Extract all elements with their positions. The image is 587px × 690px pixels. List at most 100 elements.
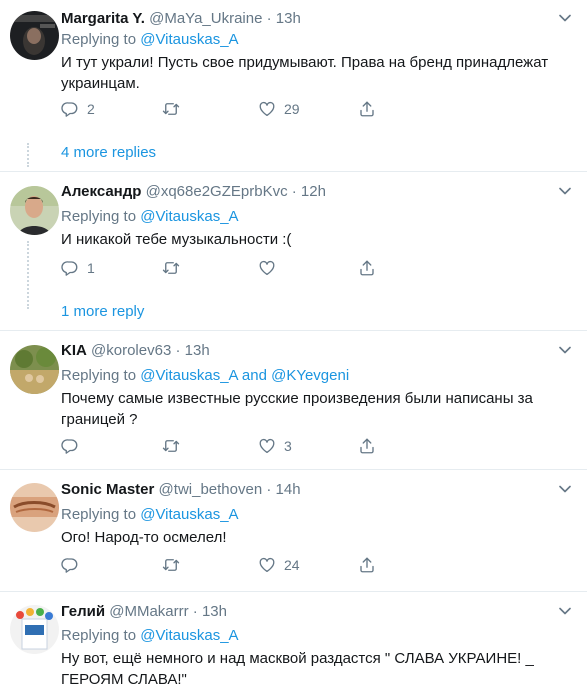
tweet-actions: 24 — [61, 555, 381, 575]
replying-to-label: Replying to — [61, 506, 137, 523]
separator-dot: · — [192, 603, 198, 620]
chevron-down-icon[interactable] — [559, 187, 571, 195]
chevron-down-icon[interactable] — [559, 346, 571, 354]
replying-to-link[interactable]: @Vitauskas_A — [140, 31, 238, 48]
replying-to-label: Replying to — [61, 208, 137, 225]
replying-to-label: Replying to — [61, 367, 137, 384]
tweet-reply[interactable]: Margarita Y. @MaYa_Ukraine · 13h Replyin… — [0, 0, 587, 172]
more-replies-link[interactable]: 4 more replies — [61, 143, 156, 163]
display-name[interactable]: Sonic Master — [61, 481, 154, 498]
retweet-button[interactable] — [162, 99, 180, 119]
tweet-header: KIA @korolev63 · 13h — [61, 342, 547, 360]
tweet-actions: 1 — [61, 258, 381, 278]
tweet-header: Margarita Y. @MaYa_Ukraine · 13h — [61, 10, 547, 28]
reply-button[interactable] — [61, 436, 79, 456]
reply-icon — [61, 556, 79, 574]
retweet-icon — [162, 100, 180, 118]
timestamp[interactable]: 12h — [301, 183, 326, 200]
avatar[interactable] — [10, 605, 59, 654]
replying-to-line: Replying to @Vitauskas_A and @KYevgeni — [61, 366, 349, 386]
user-handle[interactable]: @MaYa_Ukraine — [149, 10, 262, 27]
avatar[interactable] — [10, 11, 59, 60]
tweet-reply[interactable]: KIA @korolev63 · 13h Replying to @Vitaus… — [0, 332, 587, 470]
tweet-actions: 2 29 — [61, 99, 381, 119]
chevron-down-icon[interactable] — [559, 485, 571, 493]
chevron-down-icon[interactable] — [559, 607, 571, 615]
share-button[interactable] — [358, 555, 376, 575]
chevron-down-icon[interactable] — [559, 14, 571, 22]
tweet-text: И никакой тебе музыкальности :( — [61, 231, 292, 248]
replying-to-line: Replying to @Vitauskas_A — [61, 30, 239, 50]
timestamp[interactable]: 13h — [185, 342, 210, 359]
share-icon — [358, 437, 376, 455]
share-icon — [358, 259, 376, 277]
replying-to-link[interactable]: @Vitauskas_A — [140, 506, 238, 523]
more-replies-link[interactable]: 1 more reply — [61, 302, 144, 322]
retweet-button[interactable] — [162, 555, 180, 575]
like-button[interactable]: 3 — [258, 436, 292, 456]
like-icon — [258, 100, 276, 118]
like-button[interactable]: 24 — [258, 555, 300, 575]
separator-dot: · — [291, 183, 297, 200]
like-count: 29 — [284, 101, 300, 117]
replying-to-line: Replying to @Vitauskas_A — [61, 505, 239, 525]
tweet-header: Александр @xq68e2GZEprbKvc · 12h — [61, 183, 547, 201]
reply-icon — [61, 100, 79, 118]
reply-icon — [61, 437, 79, 455]
like-count: 3 — [284, 438, 292, 454]
tweet-text: И тут украли! Пусть свое придумывают. Пр… — [61, 54, 549, 92]
tweet-reply[interactable]: Александр @xq68e2GZEprbKvc · 12h Replyin… — [0, 173, 587, 331]
tweet-header: Гелий @MMakarrr · 13h — [61, 603, 547, 621]
tweet-text: Ого! Народ-то осмелел! — [61, 529, 227, 546]
user-handle[interactable]: @korolev63 — [91, 342, 171, 359]
replying-to-link[interactable]: @Vitauskas_A — [140, 208, 238, 225]
retweet-icon — [162, 556, 180, 574]
share-button[interactable] — [358, 99, 376, 119]
reply-button[interactable]: 2 — [61, 99, 95, 119]
display-name[interactable]: Александр — [61, 183, 141, 200]
timestamp[interactable]: 13h — [276, 10, 301, 27]
user-handle[interactable]: @twi_bethoven — [159, 481, 263, 498]
share-button[interactable] — [358, 258, 376, 278]
retweet-icon — [162, 259, 180, 277]
retweet-button[interactable] — [162, 258, 180, 278]
tweet-actions: 3 — [61, 436, 381, 456]
like-button[interactable]: 29 — [258, 99, 300, 119]
timestamp[interactable]: 13h — [202, 603, 227, 620]
thread-line — [27, 241, 29, 309]
avatar[interactable] — [10, 186, 59, 235]
separator-dot: · — [266, 10, 272, 27]
replying-to-link[interactable]: @Vitauskas_A and @KYevgeni — [140, 367, 349, 384]
timestamp[interactable]: 14h — [276, 481, 301, 498]
reply-button[interactable] — [61, 555, 79, 575]
tweet-text: Ну вот, ещё немного и над масквой раздас… — [61, 650, 534, 688]
tweet-reply[interactable]: Sonic Master @twi_bethoven · 14h Replyin… — [0, 471, 587, 592]
avatar[interactable] — [10, 483, 59, 532]
like-count: 24 — [284, 557, 300, 573]
avatar[interactable] — [10, 345, 59, 394]
replying-to-line: Replying to @Vitauskas_A — [61, 207, 239, 227]
user-handle[interactable]: @MMakarrr — [109, 603, 188, 620]
thread-line — [27, 143, 29, 167]
replying-to-link[interactable]: @Vitauskas_A — [140, 627, 238, 644]
reply-icon — [61, 259, 79, 277]
like-icon — [258, 259, 276, 277]
tweet-reply[interactable]: Гелий @MMakarrr · 13h Replying to @Vitau… — [0, 593, 587, 688]
reply-button[interactable]: 1 — [61, 258, 95, 278]
retweet-button[interactable] — [162, 436, 180, 456]
share-button[interactable] — [358, 436, 376, 456]
display-name[interactable]: Гелий — [61, 603, 105, 620]
tweet-text: Почему самые известные русские произведе… — [61, 390, 533, 428]
reply-count: 2 — [87, 101, 95, 117]
reply-count: 1 — [87, 260, 95, 276]
like-button[interactable] — [258, 258, 276, 278]
like-icon — [258, 437, 276, 455]
separator-dot: · — [175, 342, 181, 359]
share-icon — [358, 100, 376, 118]
tweet-header: Sonic Master @twi_bethoven · 14h — [61, 481, 547, 499]
display-name[interactable]: KIA — [61, 342, 87, 359]
display-name[interactable]: Margarita Y. — [61, 10, 145, 27]
user-handle[interactable]: @xq68e2GZEprbKvc — [146, 183, 288, 200]
retweet-icon — [162, 437, 180, 455]
separator-dot: · — [266, 481, 272, 498]
